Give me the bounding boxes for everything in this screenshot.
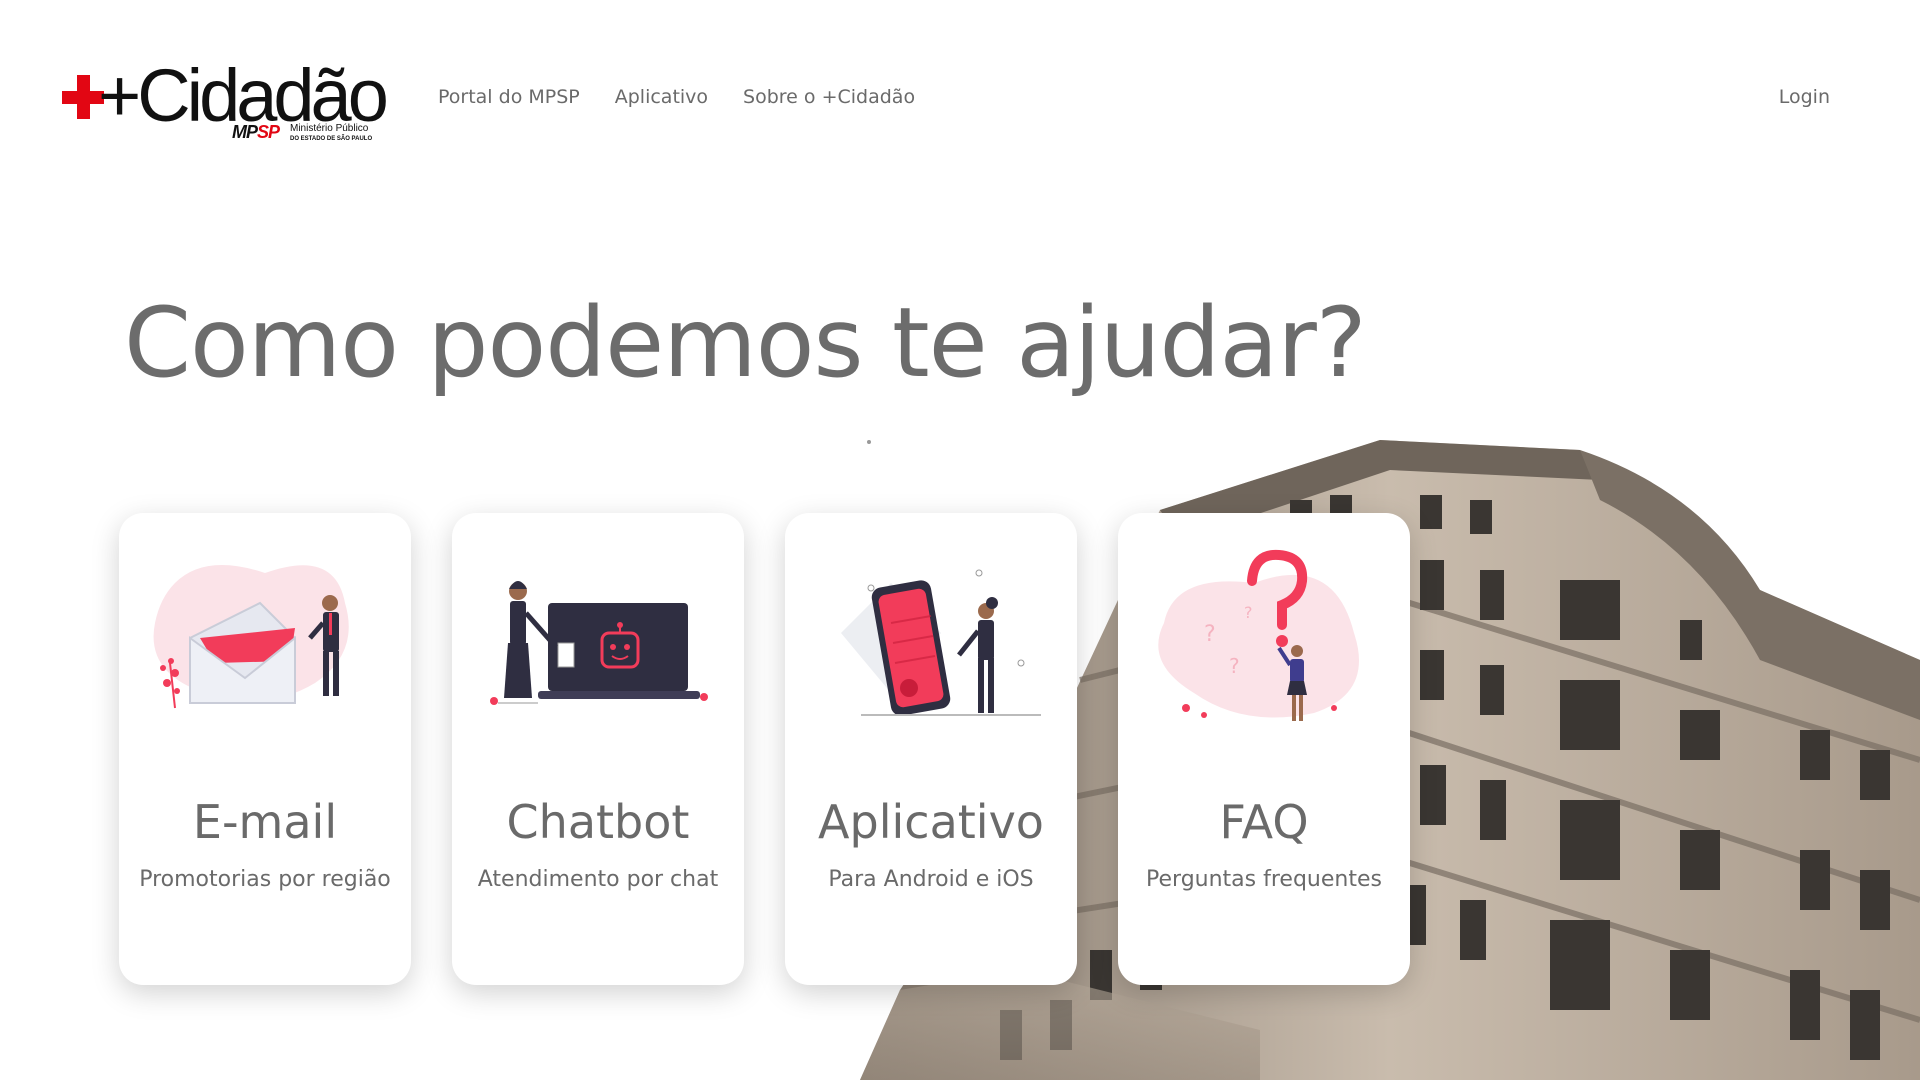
card-subtitle: Atendimento por chat xyxy=(477,867,719,892)
logo-plus-icon-stem xyxy=(77,75,90,119)
nav-portal-mpsp[interactable]: Portal do MPSP xyxy=(438,86,580,108)
chatbot-illustration-icon xyxy=(490,581,708,705)
page-title: Como podemos te ajudar? xyxy=(124,287,1367,399)
card-email[interactable]: E-mail Promotorias por região xyxy=(119,513,411,985)
logo-sp: SP xyxy=(257,122,280,142)
card-faq[interactable]: ? ? ? FAQ Perguntas frequentes xyxy=(1118,513,1410,985)
card-title: Chatbot xyxy=(506,795,690,849)
logo-mp: MP xyxy=(232,122,258,142)
svg-text:?: ? xyxy=(1204,622,1216,647)
site-header: +Cidadão MPSP Ministério Público DO ESTA… xyxy=(0,0,1920,200)
svg-text:?: ? xyxy=(1229,654,1240,678)
card-aplicativo[interactable]: Aplicativo Para Android e iOS xyxy=(785,513,1077,985)
email-illustration-icon xyxy=(153,565,349,709)
card-title: FAQ xyxy=(1219,795,1309,849)
faq-illustration-icon: ? ? ? xyxy=(1158,549,1359,721)
site-logo[interactable]: +Cidadão MPSP Ministério Público DO ESTA… xyxy=(62,56,392,146)
mobile-app-illustration-icon xyxy=(841,569,1041,716)
card-chatbot[interactable]: Chatbot Atendimento por chat xyxy=(452,513,744,985)
nav-aplicativo[interactable]: Aplicativo xyxy=(615,86,708,108)
card-title: E-mail xyxy=(192,795,338,849)
main-nav: Portal do MPSP Aplicativo Sobre o +Cidad… xyxy=(438,86,915,108)
card-subtitle: Para Android e iOS xyxy=(828,867,1034,892)
nav-sobre[interactable]: Sobre o +Cidadão xyxy=(743,86,915,108)
logo-org-line2: DO ESTADO DE SÃO PAULO xyxy=(290,136,373,142)
card-subtitle: Perguntas frequentes xyxy=(1146,867,1382,892)
card-title: Aplicativo xyxy=(818,795,1044,849)
svg-text:?: ? xyxy=(1244,603,1253,622)
logo-org-line1: Ministério Público xyxy=(290,123,369,134)
logo-mpsp: MPSP xyxy=(232,122,280,143)
login-link[interactable]: Login xyxy=(1779,86,1830,108)
card-subtitle: Promotorias por região xyxy=(139,867,391,892)
